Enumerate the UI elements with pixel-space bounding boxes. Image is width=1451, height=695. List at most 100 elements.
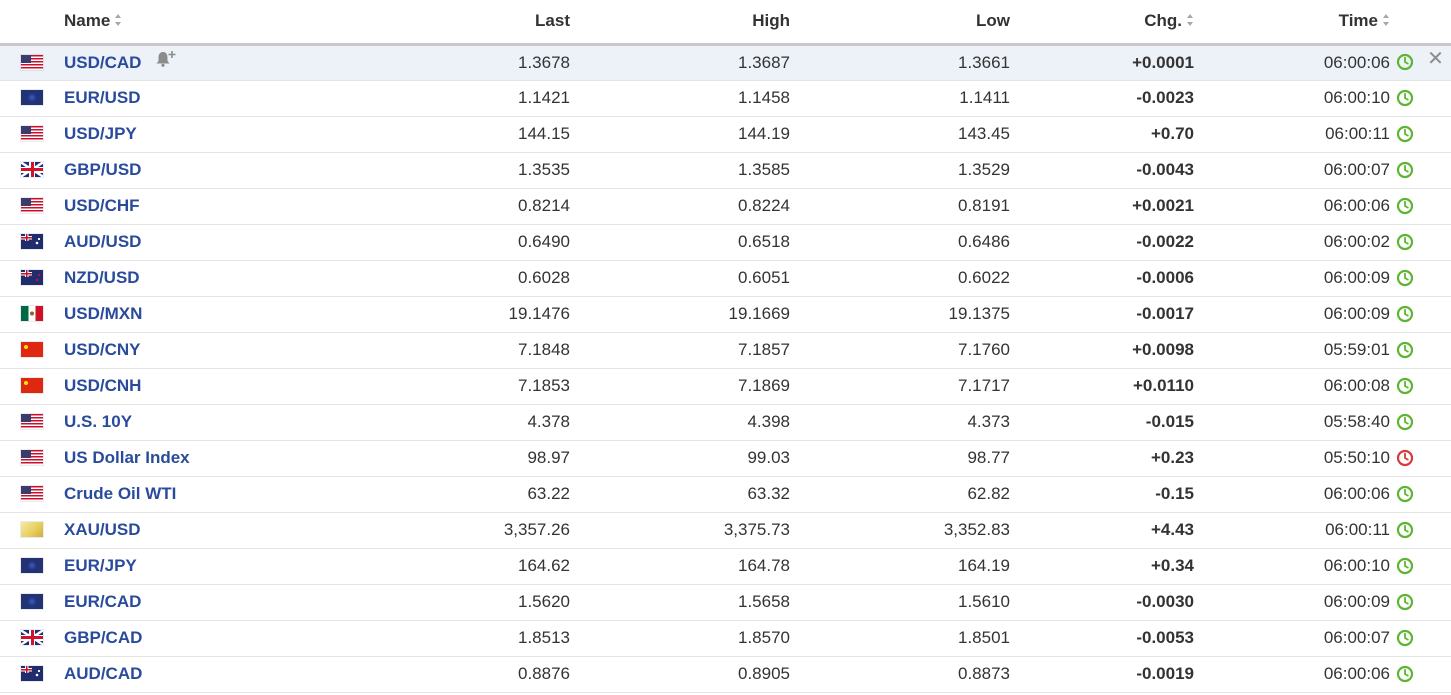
instrument-link[interactable]: Crude Oil WTI <box>64 484 176 503</box>
header-flag <box>0 0 64 46</box>
remove-cell <box>1420 548 1451 585</box>
table-row[interactable]: NZD/USD 0.6028 0.6051 0.6022 -0.0006 06:00:09 <box>0 260 1451 297</box>
table-row[interactable]: USD/JPY 144.15 144.19 143.45 +0.70 06:00:11 <box>0 116 1451 153</box>
status-cell <box>1390 44 1420 81</box>
header-chg[interactable]: Chg. <box>1010 0 1194 46</box>
flag-cn-icon <box>21 342 43 358</box>
name-cell: EUR/CAD <box>64 584 364 621</box>
name-cell: GBP/CAD <box>64 620 364 657</box>
flag-gb-icon <box>21 162 43 178</box>
remove-cell <box>1420 332 1451 369</box>
name-cell: U.S. 10Y <box>64 404 364 441</box>
status-cell <box>1390 548 1420 585</box>
table-row[interactable]: USD/CNY 7.1848 7.1857 7.1760 +0.0098 05:59:01 <box>0 332 1451 369</box>
time-value: 06:00:07 <box>1194 152 1390 189</box>
flag-us-icon <box>21 54 43 70</box>
last-value: 7.1848 <box>364 332 570 369</box>
high-value: 0.6051 <box>570 260 790 297</box>
remove-cell <box>1420 404 1451 441</box>
last-value: 1.3678 <box>364 44 570 81</box>
table-row[interactable]: Crude Oil WTI 63.22 63.32 62.82 -0.15 06:00:0… <box>0 476 1451 513</box>
table-row[interactable]: U.S. 10Y 4.378 4.398 4.373 -0.015 05:58:40 <box>0 404 1451 441</box>
name-cell: AUD/USD <box>64 224 364 261</box>
instrument-link[interactable]: US Dollar Index <box>64 448 190 467</box>
status-cell <box>1390 512 1420 549</box>
header-status <box>1390 0 1420 46</box>
high-value: 144.19 <box>570 116 790 153</box>
low-value: 19.1375 <box>790 296 1010 333</box>
table-row[interactable]: USD/CNH 7.1853 7.1869 7.1717 +0.0110 06:00:08 <box>0 368 1451 405</box>
status-cell <box>1390 116 1420 153</box>
low-value: 62.82 <box>790 476 1010 513</box>
instrument-link[interactable]: AUD/USD <box>64 232 141 251</box>
instrument-link[interactable]: EUR/CAD <box>64 592 141 611</box>
remove-cell <box>1420 188 1451 225</box>
table-row[interactable]: EUR/CAD 1.5620 1.5658 1.5610 -0.0030 06:00:09 <box>0 584 1451 621</box>
remove-cell <box>1420 80 1451 117</box>
instrument-link[interactable]: USD/CNH <box>64 376 141 395</box>
table-row[interactable]: USD/CHF 0.8214 0.8224 0.8191 +0.0021 06:00:06 <box>0 188 1451 225</box>
table-row[interactable]: EUR/JPY 164.62 164.78 164.19 +0.34 06:00:10 <box>0 548 1451 585</box>
change-value: -0.0043 <box>1010 152 1194 189</box>
status-cell <box>1390 584 1420 621</box>
header-time-label: Time <box>1338 11 1378 31</box>
flag-cell <box>0 44 64 81</box>
table-row[interactable]: US Dollar Index 98.97 99.03 98.77 +0.23 05:50… <box>0 440 1451 477</box>
header-name-label: Name <box>64 11 111 31</box>
remove-cell: ✕ <box>1420 44 1451 81</box>
high-value: 4.398 <box>570 404 790 441</box>
time-value: 06:00:02 <box>1194 224 1390 261</box>
header-name[interactable]: Name <box>64 0 364 46</box>
instrument-link[interactable]: USD/MXN <box>64 304 142 323</box>
bell-plus-icon[interactable] <box>155 50 177 68</box>
header-chg-label: Chg. <box>1144 11 1182 31</box>
instrument-link[interactable]: USD/CNY <box>64 340 141 359</box>
flag-cell <box>0 512 64 549</box>
instrument-link[interactable]: AUD/CAD <box>64 664 142 683</box>
table-row[interactable]: AUD/CAD 0.8876 0.8905 0.8873 -0.0019 06:00:06 <box>0 656 1451 693</box>
table-row[interactable]: GBP/CAD 1.8513 1.8570 1.8501 -0.0053 06:00:07 <box>0 620 1451 657</box>
instrument-link[interactable]: USD/CHF <box>64 196 140 215</box>
change-value: -0.0017 <box>1010 296 1194 333</box>
instrument-link[interactable]: NZD/USD <box>64 268 140 287</box>
close-icon[interactable]: ✕ <box>1427 49 1444 69</box>
table-row[interactable]: GBP/USD 1.3535 1.3585 1.3529 -0.0043 06:00:07 <box>0 152 1451 189</box>
instrument-link[interactable]: U.S. 10Y <box>64 412 132 431</box>
sort-arrows-icon[interactable] <box>115 13 122 26</box>
remove-cell <box>1420 224 1451 261</box>
header-time[interactable]: Time <box>1194 0 1390 46</box>
high-value: 7.1869 <box>570 368 790 405</box>
table-header-row: Name Last High Low Chg. Time <box>0 0 1451 46</box>
last-value: 164.62 <box>364 548 570 585</box>
time-value: 06:00:06 <box>1194 476 1390 513</box>
last-value: 1.1421 <box>364 80 570 117</box>
status-cell <box>1390 368 1420 405</box>
sort-arrows-icon[interactable] <box>1187 13 1194 26</box>
instrument-link[interactable]: GBP/USD <box>64 160 141 179</box>
sort-arrows-icon[interactable] <box>1383 13 1390 26</box>
header-remove <box>1420 0 1451 46</box>
instrument-link[interactable]: GBP/CAD <box>64 628 142 647</box>
instrument-link[interactable]: EUR/JPY <box>64 556 137 575</box>
table-row[interactable]: XAU/USD 3,357.26 3,375.73 3,352.83 +4.43 06:0… <box>0 512 1451 549</box>
last-value: 7.1853 <box>364 368 570 405</box>
last-value: 63.22 <box>364 476 570 513</box>
flag-cell <box>0 548 64 585</box>
instrument-link[interactable]: EUR/USD <box>64 88 141 107</box>
instrument-link[interactable]: USD/JPY <box>64 124 137 143</box>
table-row[interactable]: EUR/USD 1.1421 1.1458 1.1411 -0.0023 06:00:10 <box>0 80 1451 117</box>
instrument-link[interactable]: XAU/USD <box>64 520 141 539</box>
high-value: 0.6518 <box>570 224 790 261</box>
table-row[interactable]: USD/CAD 1.3678 1.3687 1.3661 +0.0001 06:00:06… <box>0 44 1451 81</box>
flag-us-icon <box>21 486 43 502</box>
table-row[interactable]: USD/MXN 19.1476 19.1669 19.1375 -0.0017 06:00… <box>0 296 1451 333</box>
table-row[interactable]: AUD/USD 0.6490 0.6518 0.6486 -0.0022 06:00:02 <box>0 224 1451 261</box>
flag-eu-icon <box>21 594 43 610</box>
low-value: 1.8501 <box>790 620 1010 657</box>
time-value: 05:59:01 <box>1194 332 1390 369</box>
instrument-link[interactable]: USD/CAD <box>64 53 141 72</box>
time-value: 06:00:10 <box>1194 548 1390 585</box>
header-low: Low <box>790 0 1010 46</box>
flag-us-icon <box>21 198 43 214</box>
flag-cn-icon <box>21 378 43 394</box>
